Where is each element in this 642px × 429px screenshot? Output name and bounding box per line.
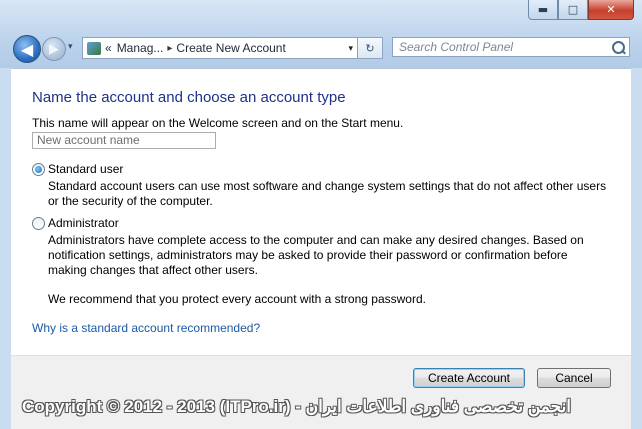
breadcrumb-manage-accounts[interactable]: Manag... bbox=[117, 41, 164, 55]
instruction-text: This name will appear on the Welcome scr… bbox=[32, 116, 404, 130]
copyright-watermark: Copyright © 2012 - 2013 (ITPro.ir) - انج… bbox=[22, 397, 572, 416]
refresh-icon: ↻ bbox=[365, 41, 375, 55]
administrator-radio[interactable] bbox=[32, 217, 45, 230]
password-recommendation: We recommend that you protect every acco… bbox=[48, 292, 426, 306]
close-button[interactable]: ✕ bbox=[588, 0, 634, 20]
main-content: Name the account and choose an account t… bbox=[11, 68, 631, 356]
close-icon: ✕ bbox=[606, 3, 616, 16]
search-input[interactable]: Search Control Panel bbox=[392, 37, 630, 57]
breadcrumb-create-new-account[interactable]: Create New Account bbox=[176, 41, 285, 55]
window-frame-header: ▬ □ ✕ ◀ ▶ ▾ « Manag... ▸ Create New Acco… bbox=[0, 0, 642, 68]
search-icon[interactable] bbox=[612, 41, 625, 54]
create-account-window: ▬ □ ✕ ◀ ▶ ▾ « Manag... ▸ Create New Acco… bbox=[0, 0, 642, 429]
button-bar: Create Account Cancel bbox=[11, 355, 631, 429]
recent-pages-dropdown[interactable]: ▾ bbox=[68, 42, 73, 52]
maximize-button[interactable]: □ bbox=[558, 0, 588, 20]
back-button[interactable]: ◀ bbox=[13, 35, 41, 63]
maximize-icon: □ bbox=[567, 3, 579, 16]
chevron-down-icon: ▾ bbox=[68, 42, 73, 52]
account-name-field[interactable]: New account name bbox=[32, 132, 216, 149]
forward-arrow-icon: ▶ bbox=[49, 41, 59, 57]
refresh-button[interactable]: ↻ bbox=[357, 37, 383, 59]
forward-button[interactable]: ▶ bbox=[42, 37, 66, 61]
address-bar[interactable]: « Manag... ▸ Create New Account ▾ bbox=[82, 37, 358, 59]
account-name-placeholder: New account name bbox=[37, 133, 140, 147]
administrator-description: Administrators have complete access to t… bbox=[48, 233, 584, 277]
breadcrumb-overflow[interactable]: « bbox=[105, 41, 112, 55]
standard-user-label[interactable]: Standard user bbox=[48, 162, 123, 177]
standard-user-description: Standard account users can use most soft… bbox=[48, 179, 607, 208]
standard-user-radio[interactable] bbox=[32, 163, 45, 176]
back-arrow-icon: ◀ bbox=[20, 39, 34, 59]
cancel-button[interactable]: Cancel bbox=[537, 368, 611, 388]
create-account-button[interactable]: Create Account bbox=[413, 368, 525, 388]
minimize-icon: ▬ bbox=[537, 3, 549, 16]
caption-buttons: ▬ □ ✕ bbox=[528, 0, 634, 20]
page-title: Name the account and choose an account t… bbox=[32, 89, 346, 106]
minimize-button[interactable]: ▬ bbox=[528, 0, 558, 20]
address-dropdown-icon[interactable]: ▾ bbox=[348, 43, 353, 54]
standard-account-help-link[interactable]: Why is a standard account recommended? bbox=[32, 321, 260, 335]
control-panel-icon bbox=[87, 41, 101, 55]
search-placeholder: Search Control Panel bbox=[399, 40, 514, 54]
administrator-label[interactable]: Administrator bbox=[48, 216, 119, 231]
breadcrumb-separator-icon[interactable]: ▸ bbox=[167, 43, 172, 54]
